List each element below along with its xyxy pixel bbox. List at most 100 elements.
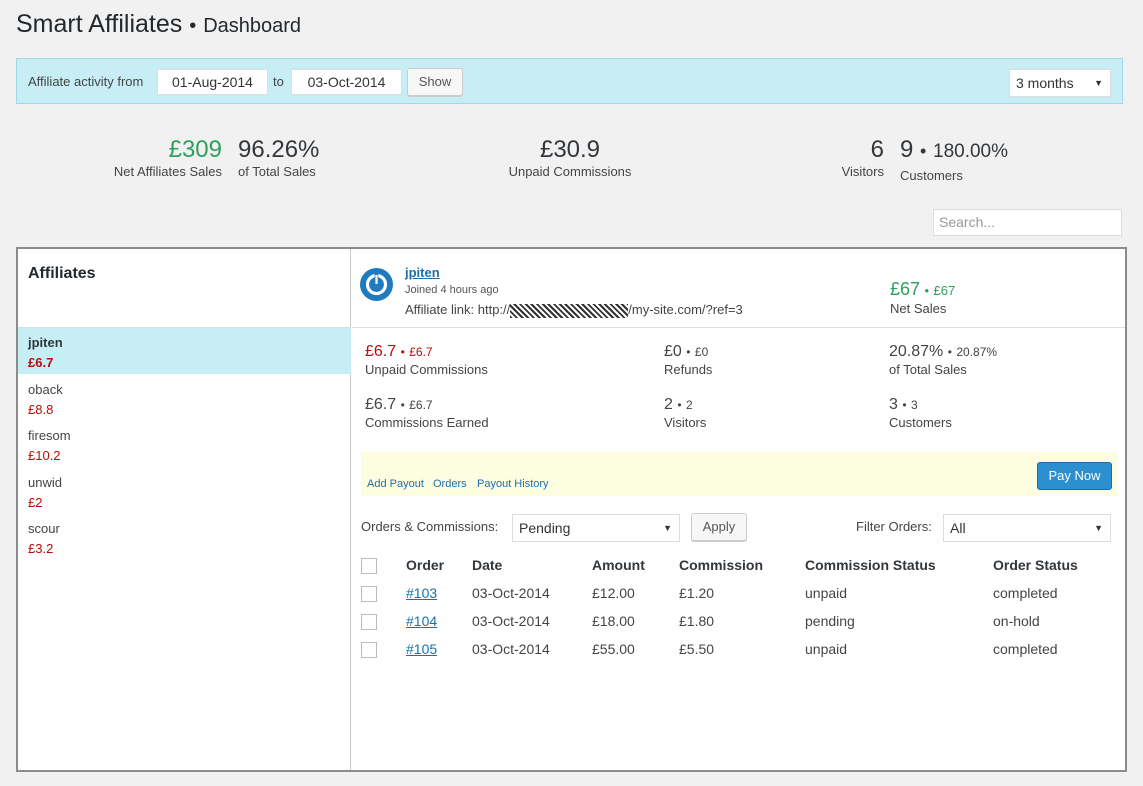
to-label: to — [273, 74, 284, 89]
table-header-row: Order Date Amount Commission Commission … — [361, 551, 1113, 579]
filter-orders-value: All — [950, 520, 966, 536]
affiliate-name: scour — [28, 521, 60, 536]
affiliate-item-scour[interactable]: scour £3.2 — [18, 514, 351, 560]
affiliate-item-firesom[interactable]: firesom £10.2 — [18, 421, 351, 467]
customers-separator: • — [920, 141, 927, 161]
unpaid-commissions-metric: £6.7 • £6.7 Unpaid Commissions — [365, 343, 488, 377]
total-sales-pct-value: 96.26% — [238, 136, 320, 163]
metric-label: of Total Sales — [889, 362, 967, 377]
metric-value: 3 — [889, 396, 898, 413]
avatar — [360, 268, 393, 301]
column-header: Date — [472, 557, 503, 573]
affiliate-item-jpiten[interactable]: jpiten £6.7 — [18, 328, 351, 374]
metric-label: Commissions Earned — [365, 415, 489, 430]
customers-label: Customers — [900, 168, 963, 183]
customers-row: 9 • 180.00% — [900, 136, 1008, 166]
commission-status-cell: unpaid — [805, 585, 848, 601]
apply-button[interactable]: Apply — [691, 513, 747, 541]
commissions-earned-metric: £6.7 • £6.7 Commissions Earned — [365, 396, 489, 430]
add-payout-link[interactable]: Add Payout — [367, 478, 424, 490]
net-sales-value: £67 — [890, 279, 921, 299]
amount-cell: £12.00 — [592, 585, 635, 601]
payout-history-link[interactable]: Payout History — [477, 478, 549, 490]
from-date-input[interactable]: 01-Aug-2014 — [157, 69, 268, 95]
joined-text: Joined 4 hours ago — [405, 284, 499, 296]
row-checkbox[interactable] — [361, 613, 377, 630]
order-status-cell: on-hold — [993, 613, 1040, 629]
metric-separator: • — [677, 398, 682, 412]
row-checkbox[interactable] — [361, 585, 377, 602]
affiliate-amount: £6.7 — [28, 355, 54, 370]
payout-actions-bar: Add Payout Orders Payout History Pay Now — [361, 452, 1118, 496]
affiliate-detail-panel: jpiten Joined 4 hours ago Affiliate link… — [352, 249, 1125, 770]
date-filter-bar: Affiliate activity from 01-Aug-2014 to 0… — [16, 58, 1123, 104]
commission-status-select[interactable]: Pending ▼ — [512, 514, 680, 542]
metric-value: £6.7 — [365, 396, 397, 413]
metric-label: Refunds — [664, 362, 713, 377]
column-header: Order — [406, 557, 445, 573]
affiliate-item-oback[interactable]: oback £8.8 — [18, 375, 351, 421]
affiliates-heading: Affiliates — [28, 265, 96, 282]
page-title: Smart Affiliates • Dashboard — [16, 10, 301, 39]
order-link[interactable]: #103 — [406, 585, 437, 601]
affiliate-panel: Affiliates jpiten £6.7 oback £8.8 fireso… — [16, 247, 1127, 772]
metric-label: Customers — [889, 415, 952, 430]
table-row: #104 03-Oct-2014 £18.00 £1.80 pending on… — [361, 607, 1113, 635]
filter-orders-label: Filter Orders: — [856, 519, 932, 534]
to-date-input[interactable]: 03-Oct-2014 — [291, 69, 402, 95]
table-row: #103 03-Oct-2014 £12.00 £1.20 unpaid com… — [361, 579, 1113, 607]
net-affiliates-sales-value: £309 — [168, 136, 222, 163]
row-checkbox[interactable] — [361, 641, 377, 658]
affiliate-item-unwid[interactable]: unwid £2 — [18, 468, 351, 514]
power-icon — [365, 273, 388, 296]
customers-value: 9 — [900, 136, 914, 163]
pay-now-button[interactable]: Pay Now — [1037, 462, 1112, 490]
chevron-down-icon: ▼ — [663, 523, 672, 533]
refunds-metric: £0 • £0 Refunds — [664, 343, 712, 377]
select-all-checkbox[interactable] — [361, 557, 377, 574]
page-subtitle: Dashboard — [203, 15, 302, 37]
title-separator: • — [189, 15, 197, 37]
net-sales-small: £67 — [933, 283, 956, 298]
affiliate-name: firesom — [28, 428, 71, 443]
orders-commissions-label: Orders & Commissions: — [361, 519, 499, 534]
checkbox-cell — [361, 607, 406, 635]
date-cell: 03-Oct-2014 — [472, 641, 550, 657]
date-cell: 03-Oct-2014 — [472, 585, 550, 601]
affiliate-profile: jpiten Joined 4 hours ago Affiliate link… — [352, 249, 1125, 328]
metric-small: 3 — [911, 398, 918, 412]
period-select[interactable]: 3 months ▼ — [1009, 69, 1111, 97]
column-header: Commission Status — [805, 557, 936, 573]
unpaid-commissions-label: Unpaid Commissions — [508, 164, 632, 179]
order-status-cell: completed — [993, 641, 1058, 657]
order-link[interactable]: #105 — [406, 641, 437, 657]
metric-value: 20.87% — [889, 343, 944, 360]
visitors-metric: 2 • 2 Visitors — [664, 396, 706, 430]
metric-label: Visitors — [664, 415, 707, 430]
affiliate-name: oback — [28, 382, 63, 397]
order-cell: #103 — [406, 579, 472, 607]
commission-cell: £1.80 — [679, 613, 715, 629]
filter-orders-select[interactable]: All ▼ — [943, 514, 1111, 542]
search-input[interactable]: Search... — [933, 209, 1122, 236]
visitors-label: Visitors — [841, 164, 884, 179]
total-sales-metric: 20.87% • 20.87% of Total Sales — [889, 343, 997, 377]
commission-status-value: Pending — [519, 520, 571, 536]
net-affiliates-sales-label: Net Affiliates Sales — [113, 164, 222, 179]
orders-link[interactable]: Orders — [433, 478, 467, 490]
commission-status-cell: pending — [805, 613, 855, 629]
order-link[interactable]: #104 — [406, 613, 437, 629]
affiliate-name-link[interactable]: jpiten — [405, 265, 440, 280]
metric-small: 2 — [686, 398, 693, 412]
commission-cell: £1.20 — [679, 585, 715, 601]
show-button[interactable]: Show — [407, 68, 463, 96]
select-all-cell — [361, 551, 406, 579]
total-sales-pct-stat: 96.26% of Total Sales — [238, 136, 319, 179]
period-select-value: 3 months — [1016, 75, 1074, 91]
visitors-value: 6 — [870, 136, 884, 163]
column-header: Order Status — [993, 557, 1078, 573]
commission-cell: £5.50 — [679, 641, 715, 657]
metric-small: £6.7 — [409, 398, 433, 412]
affiliate-name: unwid — [28, 475, 62, 490]
order-status-cell: completed — [993, 585, 1058, 601]
